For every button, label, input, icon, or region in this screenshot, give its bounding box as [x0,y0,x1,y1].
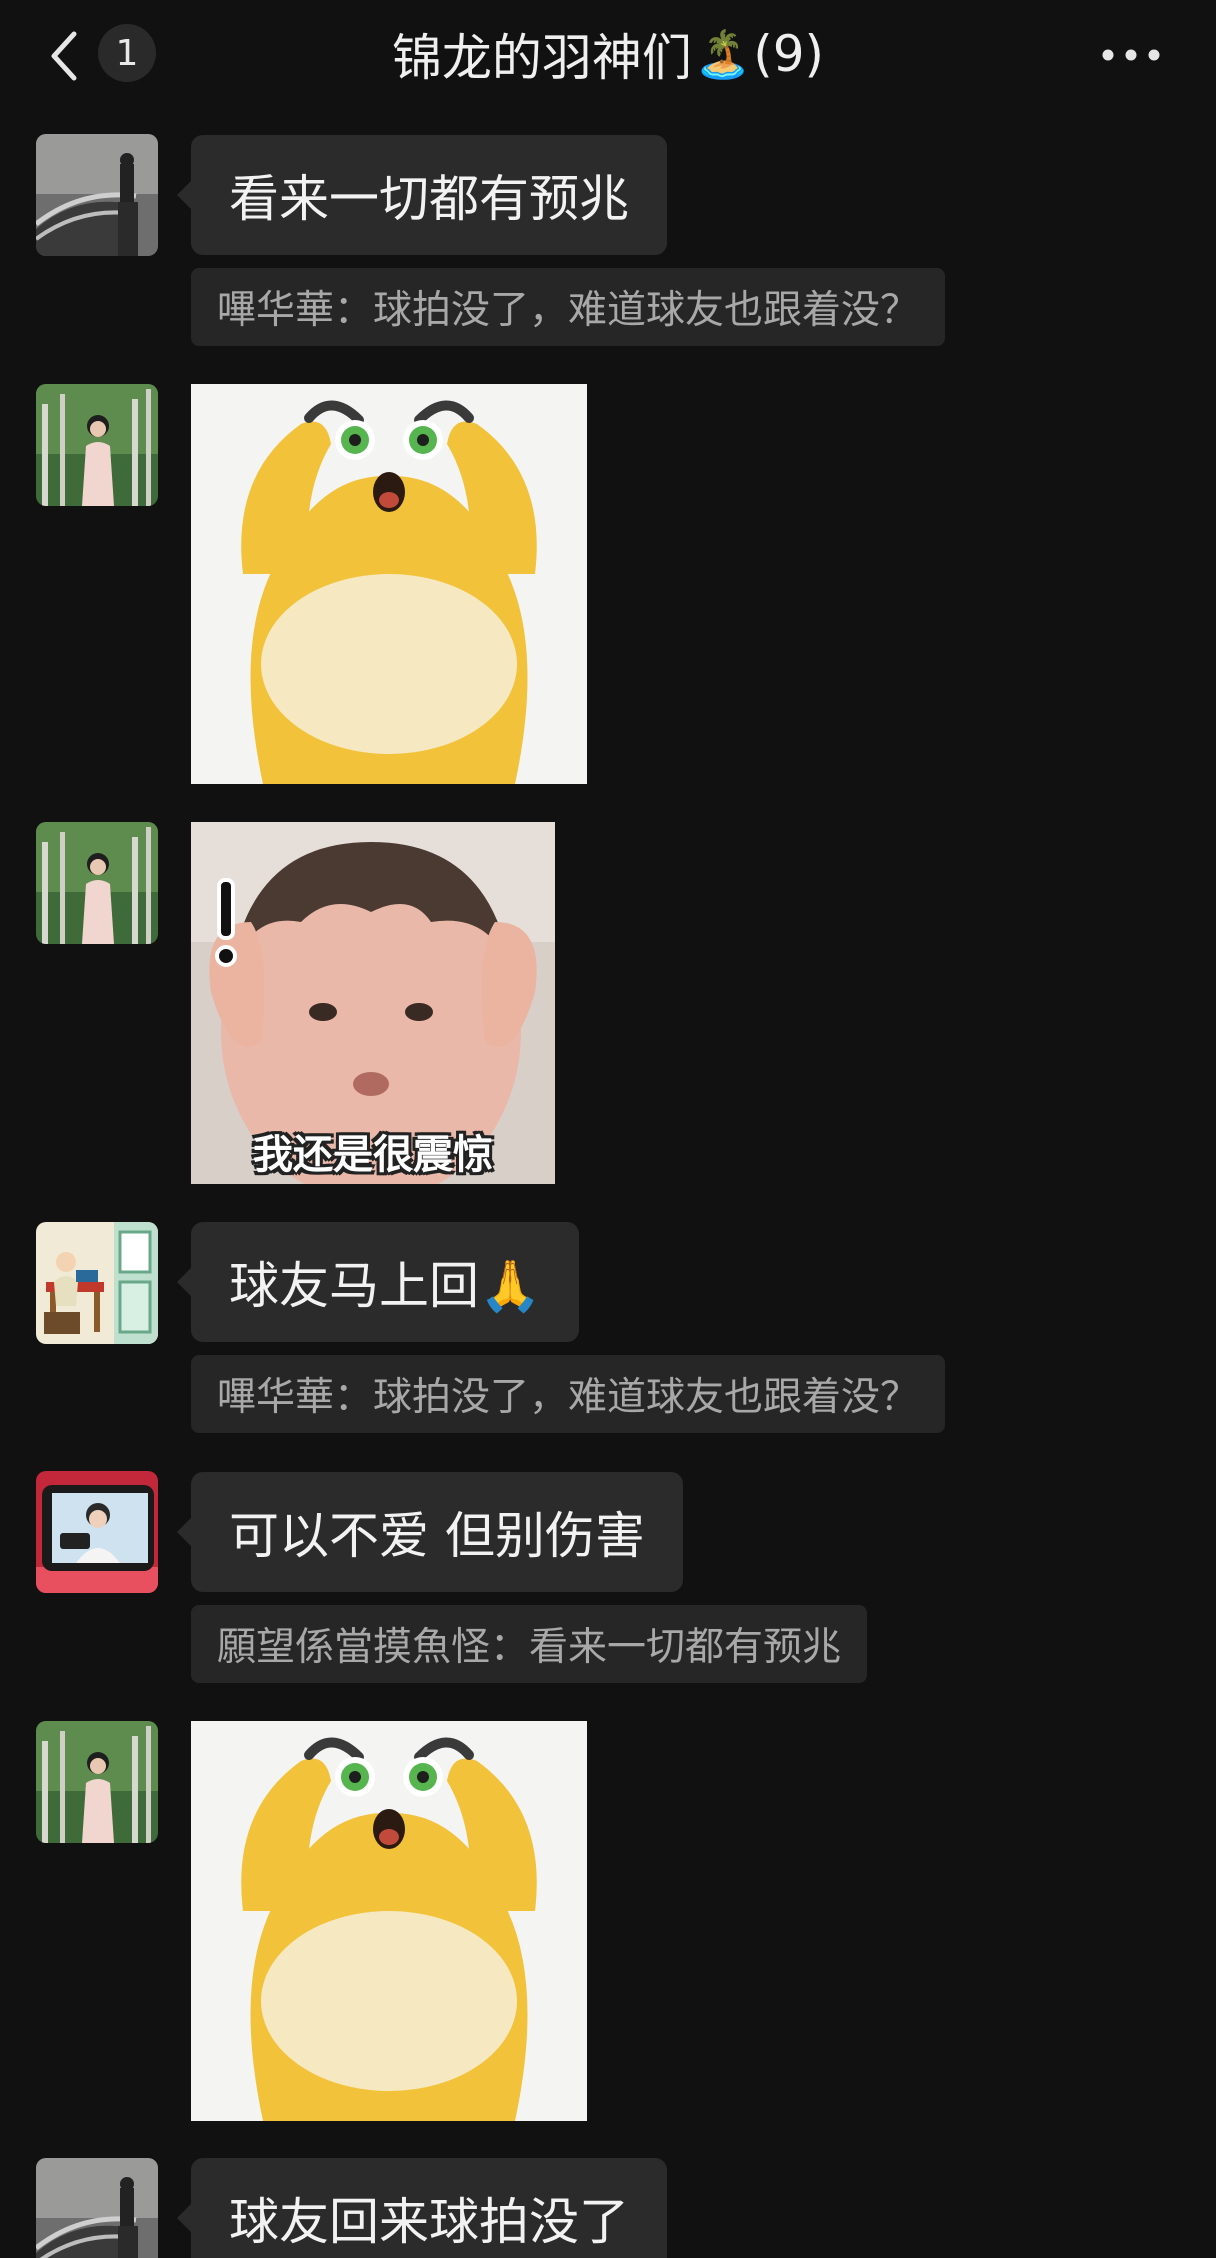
member-count: (9) [753,25,825,83]
message-bubble[interactable]: 球友回来球拍没了 [177,2158,667,2258]
avatar-green-woman [36,384,158,506]
message-text: 球友回来球拍没了 [229,2193,629,2251]
sticker-caption: 我还是很震惊 [253,1132,493,1178]
message-bubble[interactable]: 球友马上回🙏 [176,1222,580,1342]
message-bubble[interactable]: 看来一切都有预兆 [177,135,667,255]
more-options-button[interactable] [1098,30,1164,80]
sticker-image[interactable]: 我还是很震惊 [191,822,555,1184]
avatar[interactable] [36,822,158,944]
quote-text: 嗶华華：球拍没了，难道球友也跟着没？ [217,288,920,333]
group-name: 锦龙的羽神们 [391,29,692,87]
message-bubble[interactable]: 可以不爱 但别伤害 [177,1472,683,1592]
yellow-creature-sticker [191,1721,587,2121]
quote-text: 嗶华華：球拍没了，难道球友也跟着没？ [217,1375,920,1420]
avatar-gray-photo [36,2158,158,2258]
chevron-left-icon [51,31,77,81]
avatar[interactable] [36,1471,158,1593]
avatar[interactable] [36,384,158,506]
chat-screen: 1 锦龙的羽神们 🏝️ (9) 看来一切都有预兆 嗶华華：球拍没了，难道球友也跟… [0,0,1216,2258]
avatar[interactable] [36,1222,158,1344]
chat-title: 锦龙的羽神们 🏝️ (9) [270,18,946,90]
avatar[interactable] [36,2158,158,2258]
chat-header: 1 锦龙的羽神们 🏝️ (9) [0,0,1216,110]
message-text: 看来一切都有预兆 [229,170,629,228]
more-horizontal-icon [1102,49,1160,61]
avatar[interactable] [36,134,158,256]
avatar-green-woman [36,1721,158,1843]
message-text: 可以不爱 但别伤害 [229,1507,645,1565]
avatar-red-phone [36,1471,158,1593]
avatar-cartoon-scene [36,1222,158,1344]
quoted-message[interactable]: 嗶华華：球拍没了，难道球友也跟着没？ [191,1355,946,1433]
message-text: 球友马上回🙏 [229,1257,542,1315]
yellow-creature-sticker [191,384,587,784]
avatar-green-woman [36,822,158,944]
quoted-message[interactable]: 願望係當摸魚怪：看来一切都有预兆 [191,1605,868,1683]
quote-text: 願望係當摸魚怪：看来一切都有预兆 [217,1625,842,1670]
back-button[interactable] [44,28,88,84]
unread-count-badge[interactable]: 1 [98,24,156,82]
island-emoji: 🏝️ [693,26,752,81]
sticker-image[interactable] [191,1721,587,2121]
avatar[interactable] [36,1721,158,1843]
quoted-message[interactable]: 嗶华華：球拍没了，难道球友也跟着没？ [191,268,946,346]
sticker-image[interactable] [191,384,587,784]
avatar-gray-photo [36,134,158,256]
